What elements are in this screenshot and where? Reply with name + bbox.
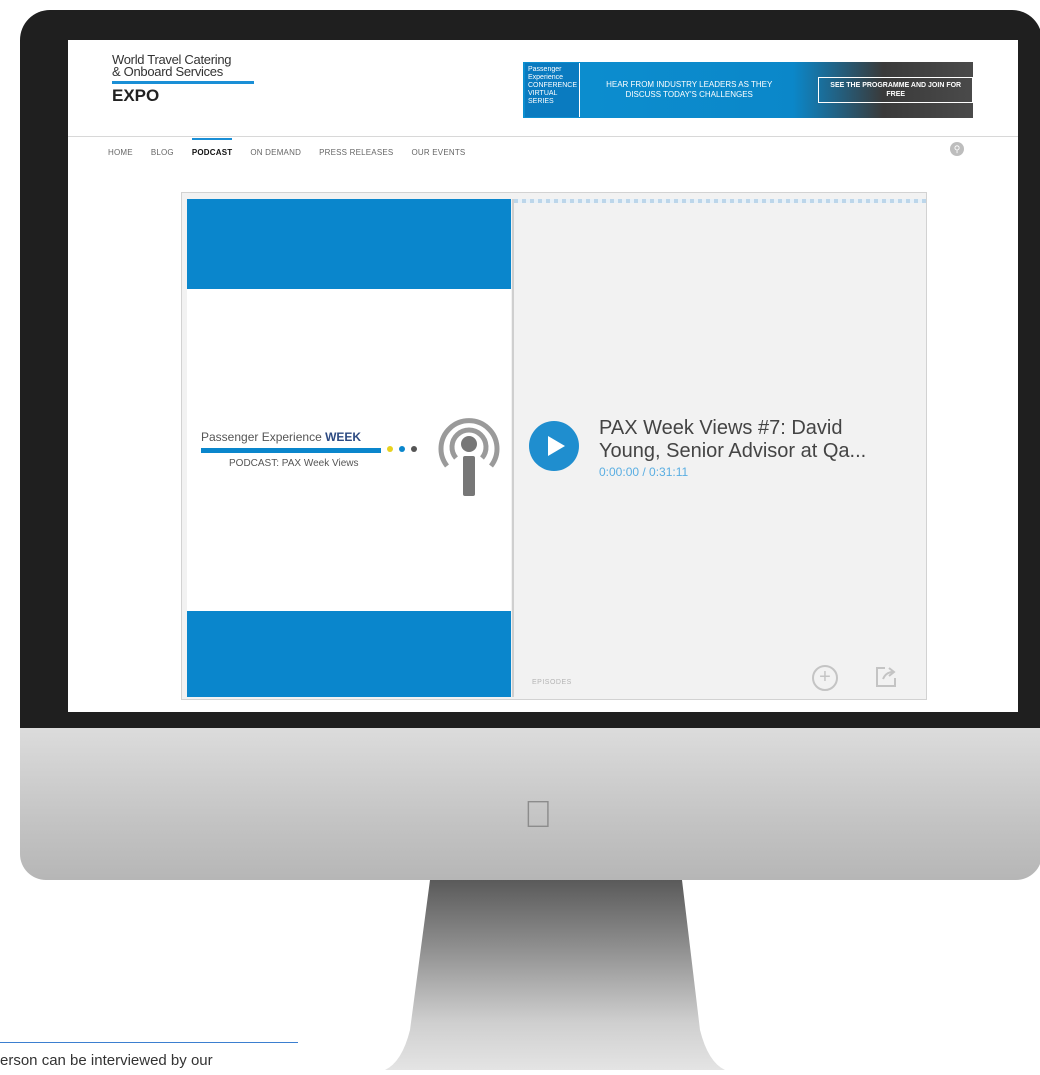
banner-message: HEAR FROM INDUSTRY LEADERS AS THEY DISCU…: [606, 80, 773, 99]
divider-line: [0, 1042, 298, 1043]
banner-logo: Passenger Experience CONFERENCE VIRTUAL …: [525, 63, 580, 117]
episode-title: PAX Week Views #7: David Young, Senior A…: [599, 417, 867, 462]
nav-divider: [68, 136, 1018, 137]
gray-dot: [411, 446, 417, 452]
podcast-artwork: Passenger Experience WEEK PODCAST: PAX W…: [187, 199, 511, 697]
brand-line-2: & Onboard Services: [112, 64, 223, 79]
nav-podcast[interactable]: PODCAST: [191, 138, 233, 157]
nav-on-demand[interactable]: ON DEMAND: [250, 146, 301, 157]
brand-expo: EXPO: [112, 86, 160, 105]
player-brand[interactable]: EPISODES: [532, 679, 572, 686]
banner-logo-line4: VIRTUAL SERIES: [528, 90, 558, 105]
artwork-top-band: [187, 199, 511, 289]
blue-dot: [399, 446, 405, 452]
artwork-title-main: Passenger Experience: [201, 430, 326, 444]
add-icon[interactable]: +: [812, 665, 838, 691]
site-logo[interactable]: World Travel Catering & Onboard Services…: [112, 53, 282, 105]
artwork-dots: [387, 446, 417, 452]
nav-home[interactable]: HOME: [108, 146, 133, 157]
page-body-text: erson can be interviewed by our: [0, 1052, 213, 1069]
podcast-player: Passenger Experience WEEK PODCAST: PAX W…: [181, 192, 927, 700]
player-progress-strip: [514, 199, 926, 203]
banner-cta-button[interactable]: SEE THE PROGRAMME AND JOIN FOR FREE: [818, 77, 973, 103]
apple-logo-icon: : [516, 792, 560, 838]
artwork-logo: Passenger Experience WEEK PODCAST: PAX W…: [201, 404, 501, 504]
play-button[interactable]: [529, 421, 579, 471]
artwork-subtitle: PODCAST: PAX Week Views: [229, 458, 359, 469]
nav-our-events[interactable]: OUR EVENTS: [411, 146, 465, 157]
yellow-dot: [387, 446, 393, 452]
main-nav: HOME BLOG PODCAST ON DEMAND PRESS RELEAS…: [108, 138, 465, 157]
monitor-screen: World Travel Catering & Onboard Services…: [68, 40, 1018, 712]
artwork-title-week: WEEK: [325, 430, 362, 444]
search-icon[interactable]: ⚲: [950, 142, 964, 156]
episode-time: 0:00:00 / 0:31:11: [599, 465, 689, 479]
nav-blog[interactable]: BLOG: [151, 146, 174, 157]
monitor-stand: [370, 880, 740, 1075]
artwork-underline: [201, 448, 381, 453]
banner-logo-line1: Passenger: [528, 66, 562, 73]
artwork-bottom-band: [187, 611, 511, 697]
podcast-microphone-icon: [429, 404, 509, 504]
promo-banner[interactable]: Passenger Experience CONFERENCE VIRTUAL …: [523, 62, 973, 118]
brand-bar: [112, 81, 254, 84]
banner-logo-line3: CONFERENCE: [528, 82, 578, 89]
share-icon[interactable]: [874, 665, 898, 689]
banner-logo-line2: Experience: [528, 74, 564, 81]
player-divider: [512, 199, 514, 697]
nav-press-releases[interactable]: PRESS RELEASES: [319, 146, 393, 157]
artwork-title: Passenger Experience WEEK: [201, 430, 361, 444]
